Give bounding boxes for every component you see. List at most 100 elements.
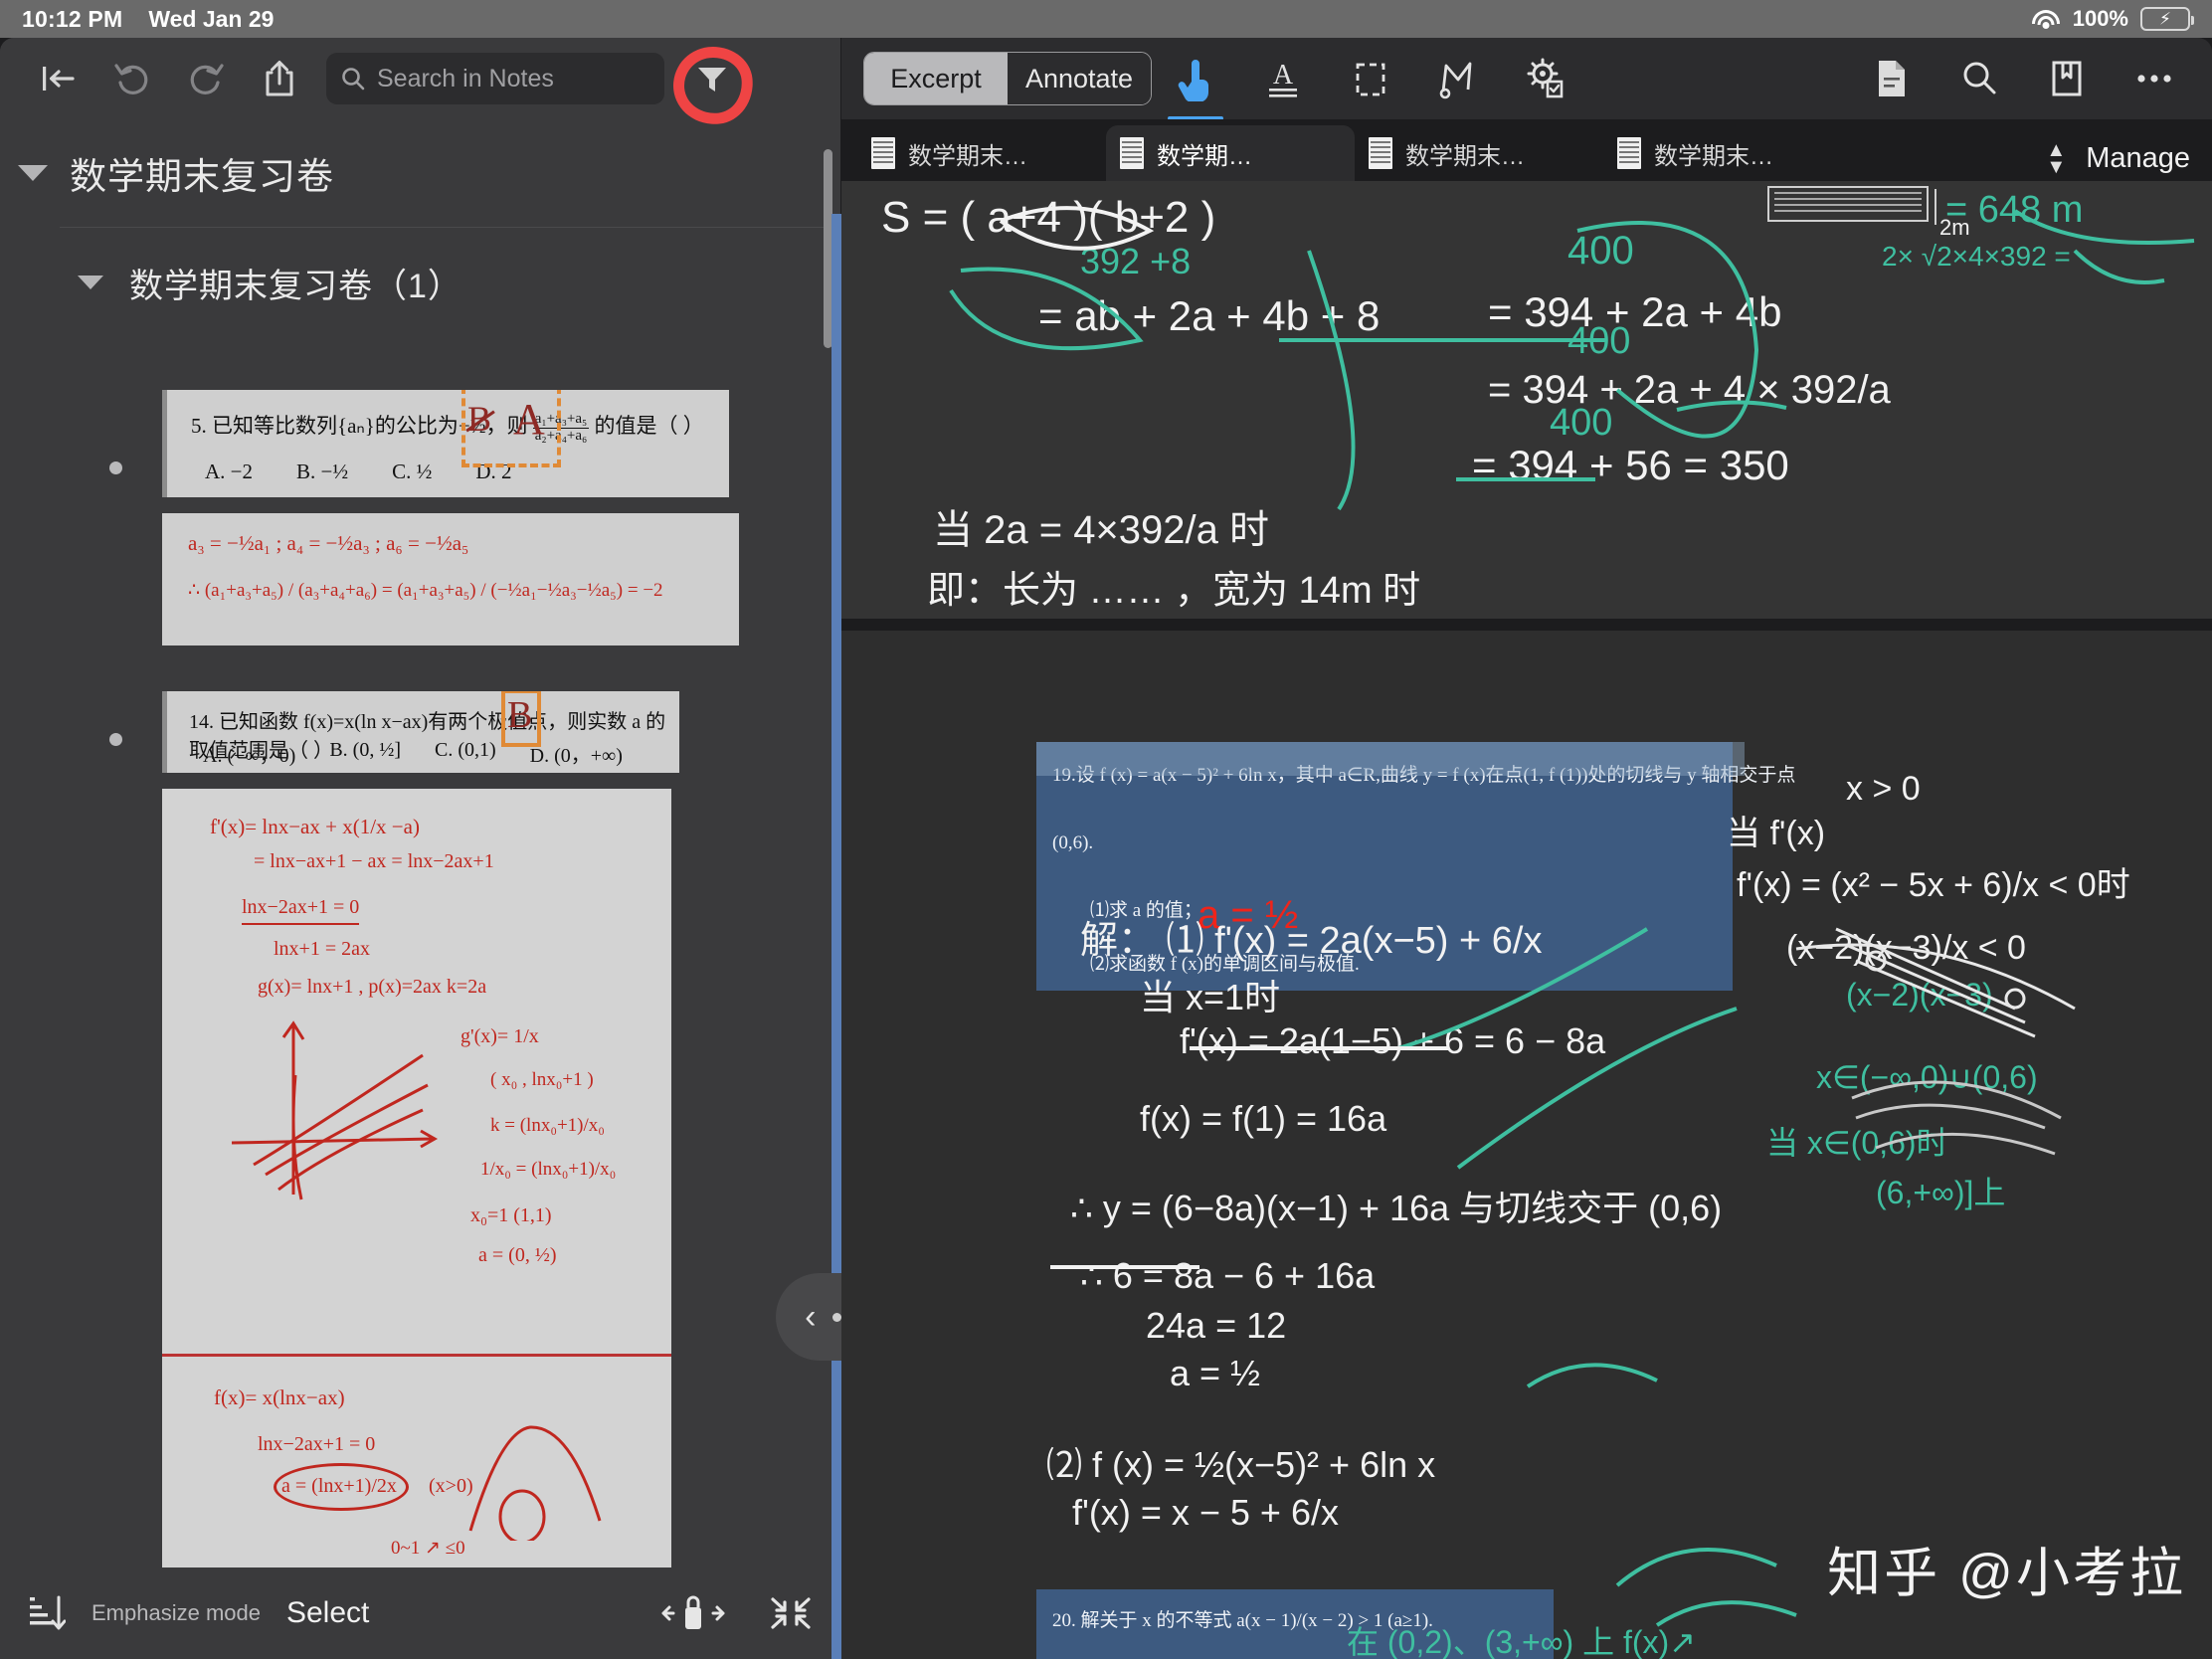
work2-line-13: lnx−2ax+1 = 0 [258,1433,376,1455]
share-icon[interactable] [243,49,316,108]
watermark: 知乎 @小考拉 [1827,1544,2186,1603]
lock-horizontal-icon[interactable] [659,1591,727,1635]
notes-sidebar: Search in Notes 数学期末复习卷 数学期末复习卷（1） 5. 已知… [0,38,840,1659]
sidebar-bottom-bar: Emphasize mode Select [0,1567,840,1659]
q14-option-d: D. (0，+∞) [529,745,623,767]
manage-button[interactable]: Manage [2086,142,2190,175]
search-icon [342,68,365,91]
more-ellipsis-icon[interactable] [2111,47,2198,110]
select-button[interactable]: Select [286,1596,369,1630]
work2-line-12: f(x)= x(lnx−ax) [214,1385,345,1409]
redo-icon[interactable] [169,49,243,108]
sidebar-toolbar: Search in Notes [0,38,840,128]
excerpt-image-q14[interactable]: 14. 已知函数 f(x)=x(ln x−ax)有两个极值点，则实数 a 的取值… [162,691,679,773]
document-thumbnail-icon [871,137,895,169]
status-time: 10:12 PM [22,5,123,32]
handdrawn-curve-sketch [468,1425,602,1541]
red-rule [162,1354,671,1357]
list-item[interactable]: 5. 已知等比数列{aₙ}的公比为−½，则 a₁+a₃+a₅ a₂+a₄+a₆ … [0,376,840,645]
work2-line-4: lnx+1 = 2ax [274,938,370,960]
excerpt-image-work2[interactable]: f'(x)= lnx−ax + x(1/x −a) = lnx−ax+1 − a… [162,789,671,1574]
q5-handwritten-answer: A [513,395,545,444]
work2-line-5: g(x)= lnx+1 , p(x)=2ax k=2a [258,976,487,998]
battery-charging-icon: ⚡ [2140,7,2194,31]
document-tab-bar: 数学期末… 数学期… 数学期末… 数学期末… ▲ ▼ Manage [841,119,2212,181]
sort-descending-icon[interactable] [26,1591,66,1635]
work2-line-6: g'(x)= 1/x [461,1025,539,1047]
up-down-arrows-icon[interactable]: ▲ ▼ [2046,140,2066,177]
status-bar: 10:12 PM Wed Jan 29 100% ⚡ [0,0,2212,38]
wifi-icon [2031,8,2061,30]
tab-bar-controls: ▲ ▼ Manage [2046,140,2212,181]
rectangle-select-icon[interactable] [1327,47,1414,110]
gear-settings-icon[interactable] [1502,47,1589,110]
collapse-icon[interactable] [767,1591,815,1635]
bookmark-book-icon[interactable] [2023,47,2111,110]
work1-line1: a₃ = −½a₁ ; a₄ = −½a₃ ; a₆ = −½a₅ [188,531,469,555]
reader-right-tools [1848,47,2198,110]
reader-toolbar: Excerpt Annotate A [841,38,2212,120]
tab-excerpt[interactable]: Excerpt [864,53,1008,104]
doc-tab-3[interactable]: 数学期末… [1603,125,1852,181]
doc-tab-2[interactable]: 数学期末… [1355,125,1603,181]
undo-icon[interactable] [95,49,169,108]
q5-number: 5. [191,414,207,438]
excerpt-annotate-segmented-control[interactable]: Excerpt Annotate [863,52,1152,105]
work2-line-9: 1/x₀ = (lnx₀+1)/x₀ [480,1159,617,1180]
work2-line-8: k = (lnx₀+1)/x₀ [490,1115,605,1136]
chevron-down-icon[interactable] [18,165,48,181]
chevron-left-icon[interactable]: ‹ [805,1298,816,1337]
back-to-start-icon[interactable] [22,49,95,108]
handdrawn-graph-sketch [231,1020,439,1200]
doc-tab-0[interactable]: 数学期末… [857,125,1106,181]
handle-dot [831,1312,841,1322]
notebook-header-row[interactable]: 数学期末复习卷 [0,119,840,227]
q14-option-c: C. (0,1) [434,739,496,761]
section-header-row[interactable]: 数学期末复习卷（1） [0,228,840,337]
document-page-top[interactable]: S = ( a+4 )( b+2 ) 392 +8 = ab + 2a + 4b… [841,181,2212,619]
list-bullet [109,733,122,746]
search-placeholder: Search in Notes [377,64,554,92]
reader-pane: Excerpt Annotate A 数学期末… 数学期… 数学期末… 数学期末… [841,38,2212,1659]
tab-annotate[interactable]: Annotate [1008,53,1151,104]
circle-annotation [274,1463,409,1511]
excerpt-image-work1[interactable]: a₃ = −½a₁ ; a₄ = −½a₃ ; a₆ = −½a₅ ∴ (a₁+… [162,513,739,645]
document-thumbnail-icon [1120,137,1144,169]
doc-tab-label: 数学期末… [1405,142,1525,170]
green-scribbles [949,206,2195,511]
work1-line2: ∴ (a₁+a₃+a₅) / (a₃+a₄+a₆) = (a₁+a₃+a₅) /… [188,580,663,601]
hand-pointer-icon[interactable] [1152,47,1239,120]
q14-number: 14. [189,711,214,733]
document-thumbnail-icon [1617,137,1641,169]
document-page-bottom[interactable]: 19.设 f (x) = a(x − 5)² + 6ln x，其中 a∈R,曲线… [841,631,2212,1659]
work2-line-1: f'(x)= lnx−ax + x(1/x −a) [210,815,420,838]
search-input[interactable]: Search in Notes [326,53,664,104]
ink-scribbles-bottom [1050,927,2076,1627]
filter-button[interactable] [664,39,760,128]
doc-tab-1[interactable]: 数学期… [1106,125,1355,181]
chevron-down-icon[interactable] [78,276,103,289]
list-bullet [109,461,122,474]
work2-line-2: = lnx−ax+1 − ax = lnx−2ax+1 [254,850,494,872]
excerpt-image-q5[interactable]: 5. 已知等比数列{aₙ}的公比为−½，则 a₁+a₃+a₅ a₂+a₄+a₆ … [162,390,729,497]
document-outline-icon[interactable] [1848,47,1936,110]
split-divider[interactable] [831,214,841,1659]
q5-stem-tail: 的值是（ ） [594,414,704,438]
list-item[interactable]: 14. 已知函数 f(x)=x(ln x−ax)有两个极值点，则实数 a 的取值… [0,645,840,1574]
status-date: Wed Jan 29 [148,5,275,32]
document-viewer[interactable]: S = ( a+4 )( b+2 ) 392 +8 = ab + 2a + 4b… [841,181,2212,1659]
work2-line-16: 0~1 ↗ ≤0 [391,1538,465,1559]
section-title: 数学期末复习卷（1） [129,267,462,305]
emphasize-mode-label: Emphasize mode [92,1600,261,1625]
q5-option-c: C. ½ [392,460,433,483]
q14-handwritten-answer: B [507,694,533,736]
svg-text:A: A [1273,60,1294,91]
lasso-select-icon[interactable] [1414,47,1502,110]
battery-percent: 100% [2072,6,2128,31]
work2-line-7: ( x₀ , lnx₀+1 ) [490,1069,594,1090]
search-icon[interactable] [1936,47,2023,110]
notebook-title: 数学期末复习卷 [70,156,334,197]
excerpt-list: 5. 已知等比数列{aₙ}的公比为−½，则 a₁+a₃+a₅ a₂+a₄+a₆ … [0,376,840,1574]
doc-tab-label: 数学期… [1157,142,1252,170]
text-underline-icon[interactable]: A [1239,47,1327,110]
